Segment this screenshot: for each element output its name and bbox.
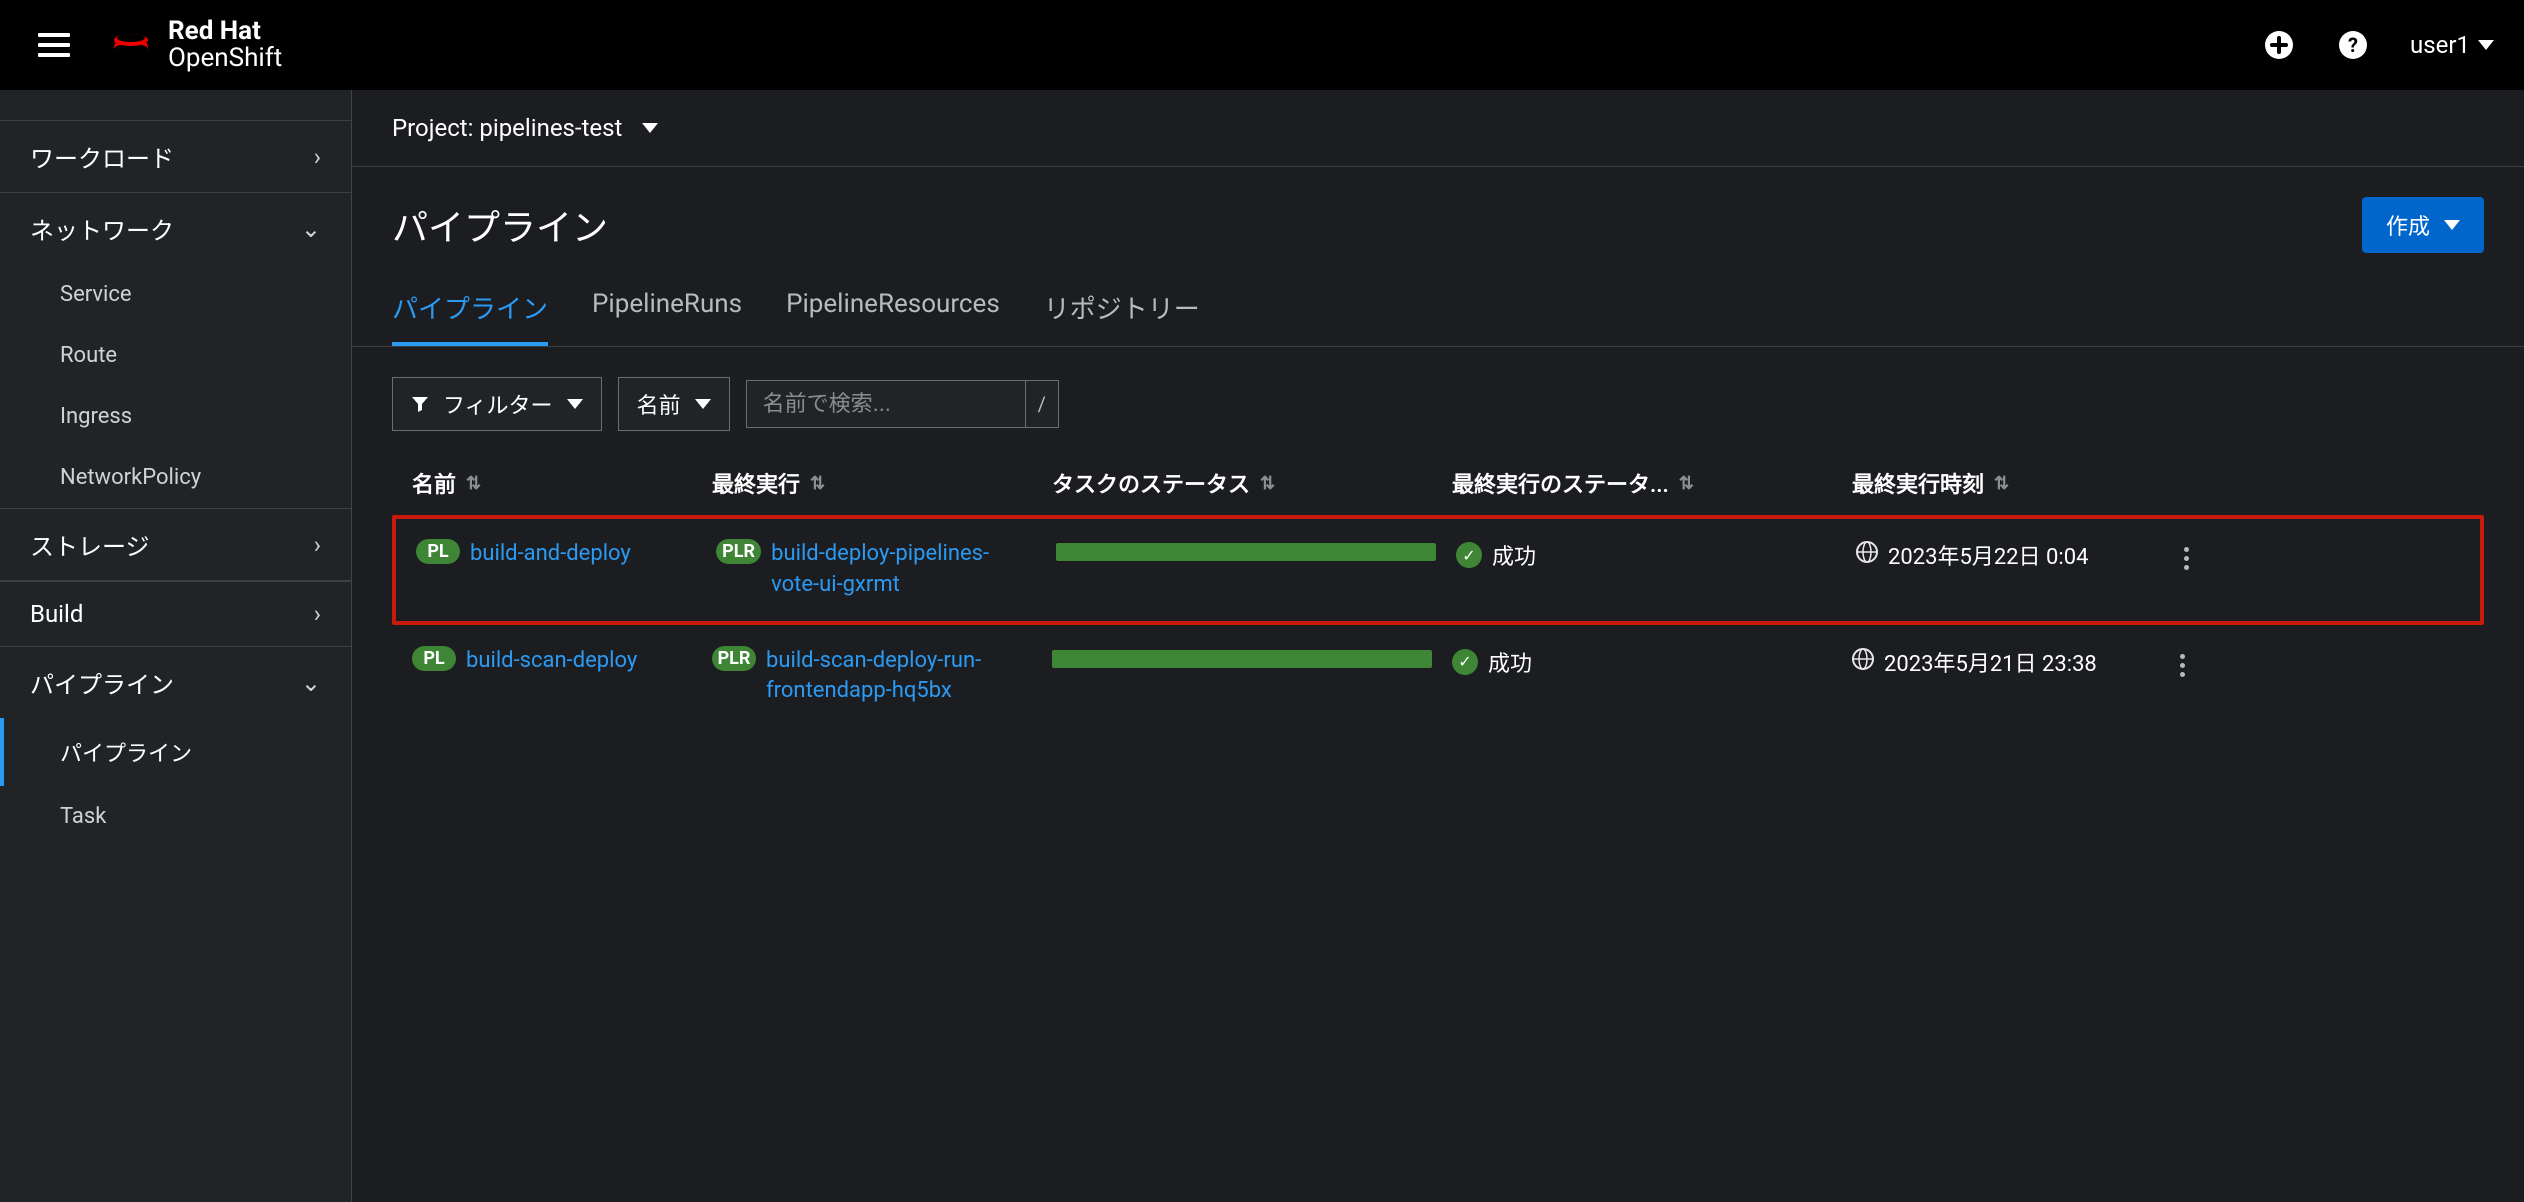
product-name: OpenShift bbox=[168, 45, 282, 72]
name-label: 名前 bbox=[637, 388, 681, 420]
chevron-down-icon: ⌄ bbox=[301, 669, 321, 697]
globe-icon bbox=[1852, 648, 1874, 676]
tabs: パイプライン PipelineRuns PipelineResources リポ… bbox=[352, 273, 2524, 347]
status-text: 成功 bbox=[1488, 646, 1532, 678]
caret-down-icon bbox=[2444, 220, 2460, 230]
sidebar-sub-label: Route bbox=[60, 343, 117, 368]
svg-text:?: ? bbox=[2348, 33, 2358, 57]
sidebar-item-network[interactable]: ネットワーク ⌄ bbox=[0, 193, 351, 264]
sidebar-sub-label: Service bbox=[60, 282, 132, 307]
plr-badge: PLR bbox=[716, 539, 761, 564]
caret-down-icon bbox=[2478, 40, 2494, 50]
name-selector[interactable]: 名前 bbox=[618, 377, 730, 431]
tab-repositories[interactable]: リポジトリー bbox=[1044, 273, 1200, 346]
sidebar-sub-label: NetworkPolicy bbox=[60, 465, 201, 490]
sidebar-item-workloads[interactable]: ワークロード › bbox=[0, 120, 351, 193]
pipeline-name-link[interactable]: build-and-deploy bbox=[470, 539, 631, 570]
col-last-run-status[interactable]: 最終実行のステータ...⇅ bbox=[1452, 467, 1832, 499]
sidebar-item-pipeline[interactable]: パイプライン ⌄ bbox=[0, 647, 351, 718]
sidebar-item-route[interactable]: Route bbox=[0, 325, 351, 386]
plr-badge: PLR bbox=[712, 646, 756, 671]
hamburger-menu-icon[interactable] bbox=[30, 25, 78, 65]
col-task-status[interactable]: タスクのステータス⇅ bbox=[1052, 467, 1432, 499]
sidebar-item-storage[interactable]: ストレージ › bbox=[0, 508, 351, 581]
table-row: PL build-scan-deploy PLR build-scan-depl… bbox=[392, 625, 2484, 728]
caret-down-icon bbox=[642, 123, 658, 133]
sort-icon: ⇅ bbox=[466, 473, 481, 494]
sort-icon: ⇅ bbox=[810, 473, 825, 494]
table-header: 名前⇅ 最終実行⇅ タスクのステータス⇅ 最終実行のステータ...⇅ 最終実行時… bbox=[392, 451, 2484, 515]
project-selector[interactable]: Project: pipelines-test bbox=[352, 90, 2524, 167]
kebab-menu-icon[interactable] bbox=[2172, 646, 2193, 685]
table-row: PL build-and-deploy PLR build-deploy-pip… bbox=[392, 515, 2484, 625]
sort-icon: ⇅ bbox=[1679, 473, 1694, 494]
chevron-right-icon: › bbox=[314, 600, 321, 628]
pipelines-table: 名前⇅ 最終実行⇅ タスクのステータス⇅ 最終実行のステータ...⇅ 最終実行時… bbox=[352, 451, 2524, 727]
pl-badge: PL bbox=[412, 646, 456, 671]
sidebar-sub-label: Ingress bbox=[60, 404, 132, 429]
sidebar-item-ingress[interactable]: Ingress bbox=[0, 386, 351, 447]
pipelinerun-link[interactable]: build-deploy-pipelines-vote-ui-gxrmt bbox=[771, 539, 1036, 601]
topbar: Red Hat OpenShift ? user1 bbox=[0, 0, 2524, 90]
col-last-run-time[interactable]: 最終実行時刻⇅ bbox=[1852, 467, 2152, 499]
time-text: 2023年5月22日 0:04 bbox=[1888, 539, 2088, 571]
check-circle-icon: ✓ bbox=[1456, 542, 1482, 568]
time-text: 2023年5月21日 23:38 bbox=[1884, 646, 2097, 678]
sidebar-label: パイプライン bbox=[30, 665, 174, 700]
status-text: 成功 bbox=[1492, 539, 1536, 571]
redhat-fedora-icon bbox=[108, 28, 154, 62]
sidebar-label: ネットワーク bbox=[30, 211, 174, 246]
create-button[interactable]: 作成 bbox=[2362, 197, 2484, 253]
brand-logo[interactable]: Red Hat OpenShift bbox=[108, 18, 282, 73]
col-last-run[interactable]: 最終実行⇅ bbox=[712, 467, 1032, 499]
pipelinerun-link[interactable]: build-scan-deploy-run-frontendapp-hq5bx bbox=[766, 646, 1032, 708]
create-button-label: 作成 bbox=[2386, 209, 2430, 241]
kebab-menu-icon[interactable] bbox=[2176, 539, 2197, 578]
tab-pipelines[interactable]: パイプライン bbox=[392, 273, 548, 346]
help-icon[interactable]: ? bbox=[2336, 28, 2370, 62]
search-input[interactable] bbox=[746, 380, 1026, 428]
sidebar-label: ストレージ bbox=[30, 527, 150, 562]
filter-button[interactable]: フィルター bbox=[392, 377, 602, 431]
toolbar: フィルター 名前 / bbox=[352, 347, 2524, 451]
sidebar-item-networkpolicy[interactable]: NetworkPolicy bbox=[0, 447, 351, 508]
pipeline-name-link[interactable]: build-scan-deploy bbox=[466, 646, 637, 677]
brand-name: Red Hat bbox=[168, 18, 282, 45]
user-menu[interactable]: user1 bbox=[2410, 31, 2494, 59]
pl-badge: PL bbox=[416, 539, 460, 564]
sidebar-item-pipeline-sub[interactable]: パイプライン bbox=[0, 718, 351, 786]
sidebar-label: ワークロード bbox=[30, 139, 174, 174]
caret-down-icon bbox=[567, 399, 583, 409]
chevron-right-icon: › bbox=[314, 143, 321, 171]
sidebar-item-service[interactable]: Service bbox=[0, 264, 351, 325]
task-status-bar bbox=[1056, 543, 1436, 561]
chevron-right-icon: › bbox=[314, 531, 321, 559]
chevron-down-icon: ⌄ bbox=[301, 215, 321, 243]
col-name[interactable]: 名前⇅ bbox=[412, 467, 692, 499]
tab-pipelineruns[interactable]: PipelineRuns bbox=[592, 273, 742, 346]
sidebar-sub-label: パイプライン bbox=[60, 736, 192, 768]
shortcut-hint: / bbox=[1026, 380, 1059, 428]
sidebar-item-build[interactable]: Build › bbox=[0, 581, 351, 647]
page-title: パイプライン bbox=[392, 199, 608, 251]
caret-down-icon bbox=[695, 399, 711, 409]
sidebar-sub-label: Task bbox=[60, 804, 106, 829]
main-content: Project: pipelines-test パイプライン 作成 パイプライン… bbox=[352, 90, 2524, 1202]
filter-label: フィルター bbox=[443, 388, 553, 420]
funnel-icon bbox=[411, 395, 429, 413]
sidebar: ワークロード › ネットワーク ⌄ Service Route Ingress … bbox=[0, 90, 352, 1202]
add-icon[interactable] bbox=[2262, 28, 2296, 62]
sort-icon: ⇅ bbox=[1994, 473, 2009, 494]
task-status-bar bbox=[1052, 650, 1432, 668]
sidebar-label: Build bbox=[30, 600, 83, 628]
project-label: Project: pipelines-test bbox=[392, 114, 622, 142]
sidebar-item-task[interactable]: Task bbox=[0, 786, 351, 847]
check-circle-icon: ✓ bbox=[1452, 649, 1478, 675]
globe-icon bbox=[1856, 541, 1878, 569]
username: user1 bbox=[2410, 31, 2470, 59]
tab-pipelineresources[interactable]: PipelineResources bbox=[786, 273, 1000, 346]
sort-icon: ⇅ bbox=[1260, 473, 1275, 494]
